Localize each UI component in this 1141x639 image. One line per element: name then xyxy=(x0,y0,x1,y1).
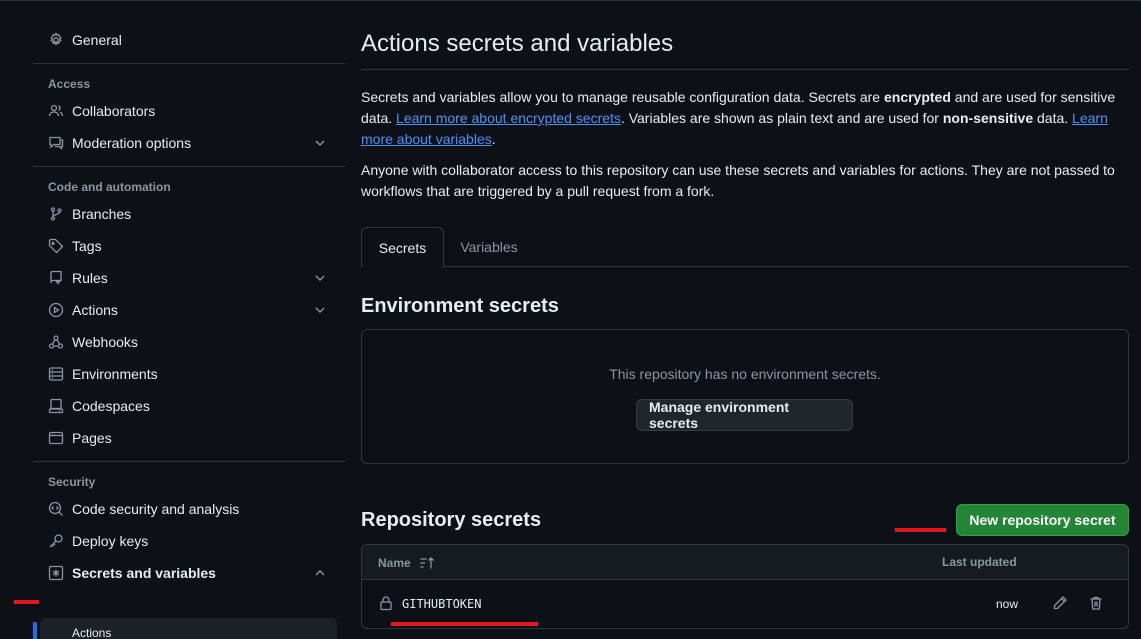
intro-emphasis: non-sensitive xyxy=(942,110,1034,126)
sidebar-item-deploy-keys[interactable]: Deploy keys xyxy=(33,525,345,557)
annotation-underline-button xyxy=(895,528,946,532)
section-title-security: Security xyxy=(48,475,96,489)
sidebar-item-tags[interactable]: Tags xyxy=(33,230,345,262)
secrets-tabs: Secrets Variables xyxy=(361,227,1129,268)
sort-asc-icon[interactable] xyxy=(419,555,435,571)
chevron-down-icon[interactable] xyxy=(312,302,328,318)
title-divider xyxy=(361,69,1129,70)
key-asterisk-icon xyxy=(48,565,64,581)
annotation-underline-sidebar xyxy=(14,600,39,604)
repo-push-icon xyxy=(48,270,64,286)
table-row: GITHUBTOKEN now xyxy=(362,581,1128,628)
sidebar-item-label: Webhooks xyxy=(72,334,138,350)
manage-environment-secrets-button[interactable]: Manage environment secrets xyxy=(636,399,853,431)
sidebar-item-pages[interactable]: Pages xyxy=(33,422,345,454)
sidebar-item-moderation[interactable]: Moderation options xyxy=(33,127,345,159)
sidebar-item-label: General xyxy=(72,32,122,48)
lock-icon xyxy=(380,596,392,611)
sidebar-item-codespaces[interactable]: Codespaces xyxy=(33,390,345,422)
sidebar-item-collaborators[interactable]: Collaborators xyxy=(33,95,345,127)
sidebar-item-label: Actions xyxy=(72,626,112,639)
sidebar-divider xyxy=(33,63,345,64)
intro-paragraph: Secrets and variables allow you to manag… xyxy=(361,87,1129,150)
environment-secrets-heading: Environment secrets xyxy=(361,295,559,317)
secret-updated: now xyxy=(996,597,1019,611)
intro-emphasis: encrypted xyxy=(883,89,951,105)
sidebar-subitem-actions[interactable]: Actions xyxy=(40,618,337,639)
sidebar-item-label: Environments xyxy=(72,366,158,382)
active-indicator xyxy=(33,622,37,639)
intro-text: data. xyxy=(1033,110,1073,126)
environment-secrets-box: This repository has no environment secre… xyxy=(361,329,1129,464)
intro-text: . Variables are shown as plain text and … xyxy=(620,110,943,126)
section-title-access: Access xyxy=(48,77,91,91)
play-icon xyxy=(48,302,64,318)
name-column-header[interactable]: Name xyxy=(378,555,435,571)
last-updated-column-header: Last updated xyxy=(942,555,1017,569)
sidebar-divider xyxy=(33,166,345,167)
sidebar-item-label: Actions xyxy=(72,302,118,318)
sidebar-item-secrets-variables[interactable]: Secrets and variables xyxy=(33,557,345,589)
sidebar-item-environments[interactable]: Environments xyxy=(33,358,345,390)
section-title-code-automation: Code and automation xyxy=(48,180,171,194)
webhook-icon xyxy=(48,334,64,350)
repository-secrets-heading: Repository secrets xyxy=(361,509,542,531)
intro-text: . xyxy=(491,131,496,147)
tab-variables[interactable]: Variables xyxy=(444,227,534,267)
codescan-icon xyxy=(48,501,64,517)
page-title: Actions secrets and variables xyxy=(361,30,674,57)
chevron-down-icon[interactable] xyxy=(312,270,328,286)
sidebar-item-branches[interactable]: Branches xyxy=(33,198,345,230)
sidebar-item-general[interactable]: General xyxy=(33,24,345,56)
intro-text: Secrets and variables allow you to manag… xyxy=(361,89,884,105)
sidebar-item-label: Branches xyxy=(72,206,132,222)
top-border xyxy=(0,0,1141,1)
server-icon xyxy=(48,366,64,382)
sidebar-item-label: Moderation options xyxy=(72,135,192,151)
people-icon xyxy=(48,103,64,119)
codespaces-icon xyxy=(48,398,64,414)
trash-icon[interactable] xyxy=(1088,595,1104,611)
tab-secrets[interactable]: Secrets xyxy=(361,227,444,268)
learn-encrypted-secrets-link[interactable]: Learn more about encrypted secrets xyxy=(396,110,621,126)
sidebar-item-label: Deploy keys xyxy=(72,533,149,549)
new-repository-secret-button[interactable]: New repository secret xyxy=(956,504,1129,536)
repository-secrets-table: Name Last updated GITHUBTOKEN now xyxy=(361,544,1129,629)
sidebar-item-webhooks[interactable]: Webhooks xyxy=(33,326,345,358)
sidebar-item-label: Tags xyxy=(72,238,102,254)
table-header: Name Last updated xyxy=(362,545,1128,580)
secret-name: GITHUBTOKEN xyxy=(402,597,482,611)
sidebar-item-label: Collaborators xyxy=(72,103,156,119)
settings-sidebar: General Access Collaborators Moderation … xyxy=(33,24,345,589)
column-label: Name xyxy=(378,556,411,570)
key-icon xyxy=(48,533,64,549)
sidebar-item-label: Secrets and variables xyxy=(72,565,216,581)
tag-icon xyxy=(48,238,64,254)
access-note: Anyone with collaborator access to this … xyxy=(361,162,1115,199)
sidebar-item-code-security[interactable]: Code security and analysis xyxy=(33,493,345,525)
browser-icon xyxy=(48,430,64,446)
chevron-down-icon[interactable] xyxy=(312,135,328,151)
sidebar-item-rules[interactable]: Rules xyxy=(33,262,345,294)
sidebar-divider xyxy=(33,461,345,462)
sidebar-item-label: Pages xyxy=(72,430,112,446)
sidebar-item-label: Code security and analysis xyxy=(72,501,240,517)
empty-state-text: This repository has no environment secre… xyxy=(609,366,881,382)
pencil-icon[interactable] xyxy=(1052,595,1068,611)
chevron-up-icon[interactable] xyxy=(312,565,328,581)
comment-discussion-icon xyxy=(48,135,64,151)
sidebar-item-label: Rules xyxy=(72,270,108,286)
git-branch-icon xyxy=(48,206,64,222)
sidebar-item-label: Codespaces xyxy=(72,398,150,414)
sidebar-item-actions[interactable]: Actions xyxy=(33,294,345,326)
gear-icon xyxy=(48,32,64,48)
